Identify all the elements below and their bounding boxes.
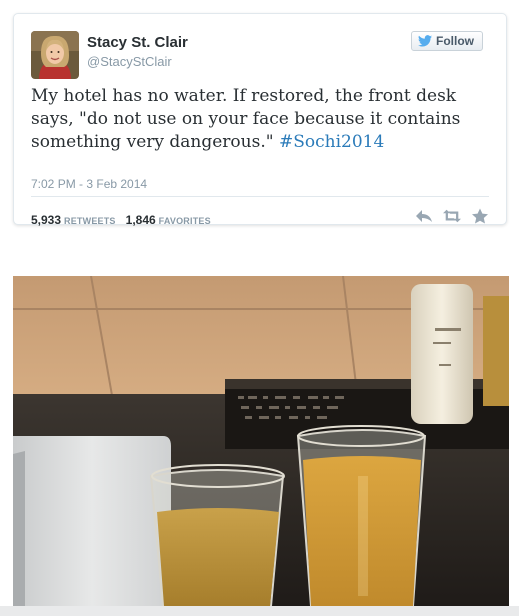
page: Stacy St. Clair @StacyStClair Follow My … [0, 0, 519, 616]
follow-button-label: Follow [436, 34, 474, 48]
favorites-label: FAVORITES [158, 216, 211, 226]
tweet-stats: 5,933 RETWEETS 1,846 FAVORITES [31, 211, 211, 229]
divider [31, 196, 489, 197]
embedded-tweet-card: Stacy St. Clair @StacyStClair Follow My … [13, 13, 507, 227]
reply-icon[interactable] [415, 208, 433, 224]
retweets-count: 5,933 [31, 213, 62, 227]
tweet-timestamp[interactable]: 7:02 PM - 3 Feb 2014 [31, 177, 147, 191]
favorite-icon[interactable] [471, 208, 489, 224]
tweet-actions [415, 208, 489, 224]
follow-button[interactable]: Follow [411, 31, 483, 51]
hashtag-link[interactable]: #Sochi2014 [279, 132, 384, 152]
retweets-stat[interactable]: 5,933 RETWEETS [31, 211, 116, 229]
avatar-image [31, 31, 79, 79]
twitter-bird-icon [418, 35, 432, 47]
tweet-text: My hotel has no water. If restored, the … [31, 85, 491, 154]
author-handle[interactable]: @StacyStClair [87, 54, 172, 69]
tweet-body: My hotel has no water. If restored, the … [31, 86, 461, 152]
favorites-count: 1,846 [125, 213, 156, 227]
tweet-photo[interactable] [13, 276, 509, 606]
retweet-icon[interactable] [443, 208, 461, 224]
photo-glasses-of-water [13, 276, 509, 606]
retweets-label: RETWEETS [64, 216, 116, 226]
bottom-strip [0, 606, 519, 616]
favorites-stat[interactable]: 1,846 FAVORITES [126, 211, 211, 229]
author-display-name[interactable]: Stacy St. Clair [87, 34, 188, 51]
avatar[interactable] [31, 31, 79, 79]
